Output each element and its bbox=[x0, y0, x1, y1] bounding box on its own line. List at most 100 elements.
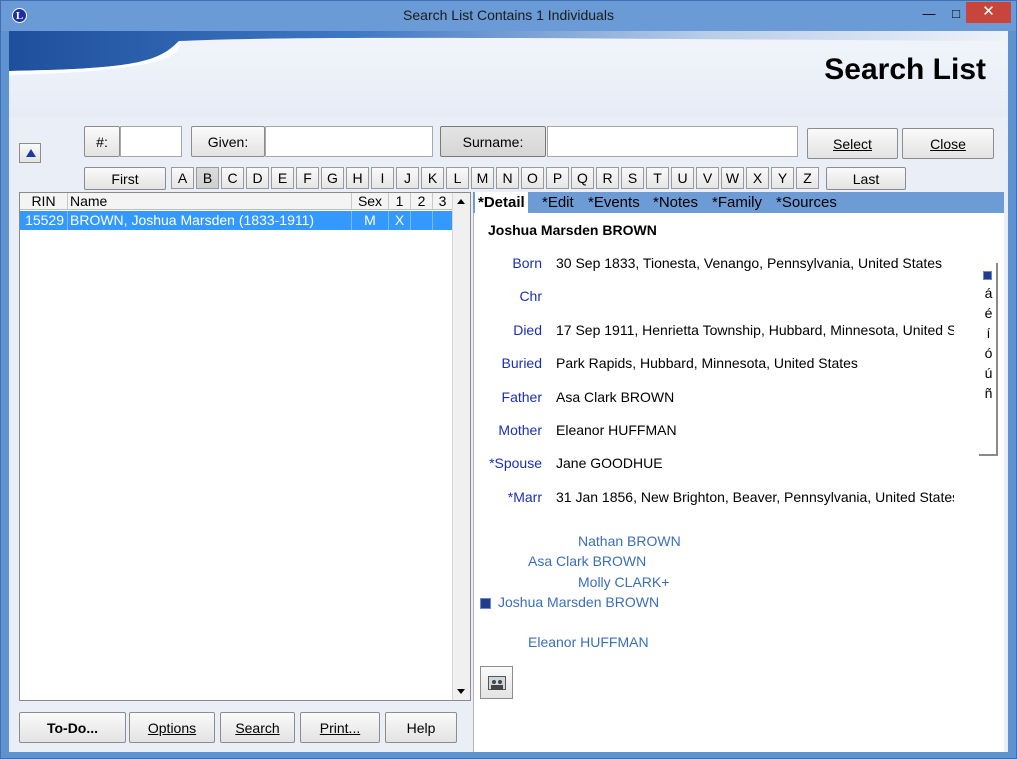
accent-character-palette: á é í ó ú ñ bbox=[979, 263, 998, 456]
palette-marker-icon bbox=[983, 271, 992, 280]
letter-q-button[interactable]: Q bbox=[571, 167, 594, 189]
accent-o[interactable]: ó bbox=[979, 345, 998, 361]
letter-f-button[interactable]: F bbox=[296, 167, 319, 189]
letter-z-button[interactable]: Z bbox=[796, 167, 819, 189]
letter-r-button[interactable]: R bbox=[596, 167, 619, 189]
maximize-icon[interactable]: □ bbox=[946, 5, 966, 25]
born-label[interactable]: Born bbox=[474, 255, 542, 271]
letter-b-button[interactable]: B bbox=[196, 167, 219, 189]
tab-notes[interactable]: *Notes bbox=[653, 192, 698, 213]
pedigree-paternal-grandmother[interactable]: Molly CLARK+ bbox=[578, 574, 669, 590]
letter-w-button[interactable]: W bbox=[721, 167, 744, 189]
close-button[interactable]: Close bbox=[902, 128, 994, 159]
letter-y-button[interactable]: Y bbox=[771, 167, 794, 189]
col-3[interactable]: 3 bbox=[433, 193, 453, 210]
letter-c-button[interactable]: C bbox=[221, 167, 244, 189]
letter-a-button[interactable]: A bbox=[171, 167, 194, 189]
letter-i-button[interactable]: I bbox=[371, 167, 394, 189]
close-button-label: Close bbox=[930, 135, 966, 152]
mother-label[interactable]: Mother bbox=[474, 422, 542, 438]
cell-name: BROWN, Joshua Marsden (1833-1911) bbox=[68, 211, 352, 230]
collapse-up-button[interactable] bbox=[19, 143, 41, 163]
surname-input[interactable] bbox=[547, 126, 798, 157]
accent-n[interactable]: ñ bbox=[979, 385, 998, 401]
photo-icon bbox=[488, 676, 506, 690]
title-bar[interactable]: L Search List Contains 1 Individuals — □… bbox=[1, 1, 1016, 31]
letter-o-button[interactable]: O bbox=[521, 167, 544, 189]
print-button[interactable]: Print... bbox=[300, 712, 380, 743]
died-label[interactable]: Died bbox=[474, 322, 542, 338]
given-label-button[interactable]: Given: bbox=[191, 126, 265, 157]
col-name[interactable]: Name bbox=[68, 193, 352, 210]
search-button[interactable]: Search bbox=[220, 712, 295, 743]
todo-button[interactable]: To-Do... bbox=[19, 712, 126, 743]
born-value: 30 Sep 1833, Tionesta, Venango, Pennsylv… bbox=[556, 255, 943, 271]
detail-tabs: *Detail *Edit *Events *Notes *Family *So… bbox=[473, 192, 1004, 213]
letter-p-button[interactable]: P bbox=[546, 167, 569, 189]
letter-e-button[interactable]: E bbox=[271, 167, 294, 189]
marriage-label[interactable]: *Marr bbox=[474, 489, 542, 505]
spouse-label[interactable]: *Spouse bbox=[474, 455, 542, 471]
letter-u-button[interactable]: U bbox=[671, 167, 694, 189]
primary-person-marker-icon bbox=[480, 598, 491, 609]
rin-input[interactable] bbox=[120, 126, 182, 157]
chr-label[interactable]: Chr bbox=[474, 288, 542, 304]
letter-g-button[interactable]: G bbox=[321, 167, 344, 189]
spouse-value: Jane GOODHUE bbox=[556, 455, 663, 471]
buried-label[interactable]: Buried bbox=[474, 355, 542, 371]
up-arrow-icon bbox=[26, 149, 36, 157]
pedigree-self[interactable]: Joshua Marsden BROWN bbox=[498, 594, 659, 610]
photo-button[interactable] bbox=[480, 666, 513, 699]
col-2[interactable]: 2 bbox=[411, 193, 433, 210]
surname-label-button[interactable]: Surname: bbox=[440, 126, 546, 157]
close-window-icon[interactable]: ✕ bbox=[966, 2, 1011, 23]
letter-m-button[interactable]: M bbox=[471, 167, 494, 189]
first-button[interactable]: First bbox=[84, 167, 166, 190]
search-button-label: Search bbox=[235, 719, 280, 736]
letter-h-button[interactable]: H bbox=[346, 167, 369, 189]
letter-x-button[interactable]: X bbox=[746, 167, 769, 189]
rin-label-button[interactable]: #: bbox=[84, 126, 120, 157]
help-button[interactable]: Help bbox=[385, 712, 457, 743]
given-input[interactable] bbox=[265, 126, 433, 157]
accent-u[interactable]: ú bbox=[979, 365, 998, 381]
print-button-label: Print... bbox=[319, 719, 361, 736]
pedigree-mother[interactable]: Eleanor HUFFMAN bbox=[528, 634, 649, 650]
letter-l-button[interactable]: L bbox=[446, 167, 469, 189]
tab-detail[interactable]: *Detail bbox=[475, 192, 528, 213]
accent-i[interactable]: í bbox=[979, 325, 998, 341]
accent-a[interactable]: á bbox=[979, 285, 998, 301]
pedigree-father[interactable]: Asa Clark BROWN bbox=[528, 553, 646, 569]
letter-k-button[interactable]: K bbox=[421, 167, 444, 189]
pedigree-paternal-grandfather[interactable]: Nathan BROWN bbox=[578, 533, 681, 549]
tab-sources[interactable]: *Sources bbox=[776, 192, 837, 213]
col-rin[interactable]: RIN bbox=[20, 193, 68, 210]
select-button[interactable]: Select bbox=[807, 128, 898, 159]
buried-value: Park Rapids, Hubbard, Minnesota, United … bbox=[556, 355, 858, 371]
mother-value: Eleanor HUFFMAN bbox=[556, 422, 677, 438]
last-button[interactable]: Last bbox=[826, 167, 906, 190]
options-button[interactable]: Options bbox=[129, 712, 215, 743]
father-label[interactable]: Father bbox=[474, 389, 542, 405]
tab-family[interactable]: *Family bbox=[712, 192, 762, 213]
letter-j-button[interactable]: J bbox=[396, 167, 419, 189]
table-header: RIN Name Sex 1 2 3 bbox=[20, 193, 453, 210]
letter-s-button[interactable]: S bbox=[621, 167, 644, 189]
table-row[interactable]: 15529 BROWN, Joshua Marsden (1833-1911) … bbox=[20, 211, 452, 230]
letter-v-button[interactable]: V bbox=[696, 167, 719, 189]
letter-n-button[interactable]: N bbox=[496, 167, 519, 189]
col-sex[interactable]: Sex bbox=[352, 193, 389, 210]
scroll-up-icon[interactable] bbox=[457, 199, 465, 204]
accent-e[interactable]: é bbox=[979, 305, 998, 321]
died-value: 17 Sep 1911, Henrietta Township, Hubbard… bbox=[556, 322, 954, 338]
minimize-icon[interactable]: — bbox=[919, 5, 939, 25]
scroll-down-icon[interactable] bbox=[457, 689, 465, 694]
cell-sex: M bbox=[352, 211, 389, 230]
tab-edit[interactable]: *Edit bbox=[542, 192, 574, 213]
col-1[interactable]: 1 bbox=[389, 193, 411, 210]
individuals-table[interactable]: RIN Name Sex 1 2 3 15529 BROWN, Joshua M… bbox=[19, 192, 471, 701]
tab-events[interactable]: *Events bbox=[588, 192, 640, 213]
letter-t-button[interactable]: T bbox=[646, 167, 669, 189]
table-scrollbar[interactable] bbox=[452, 193, 470, 700]
letter-d-button[interactable]: D bbox=[246, 167, 269, 189]
